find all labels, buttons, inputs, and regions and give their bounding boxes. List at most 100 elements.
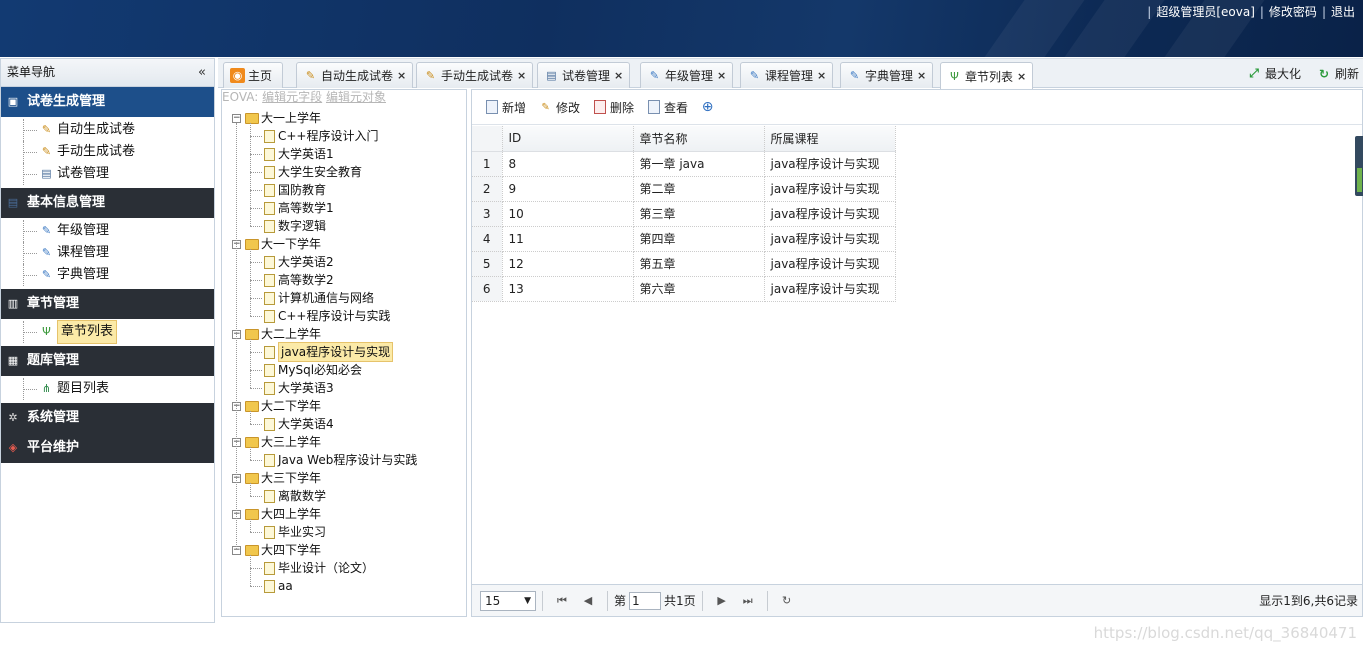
edit-button[interactable]: ✎ 修改 (538, 99, 580, 116)
prev-page-icon[interactable]: ◀ (579, 594, 597, 607)
tree-course-node[interactable]: 高等数学1 (264, 199, 334, 217)
menu-group-header[interactable]: ✲ 系统管理 (1, 403, 214, 433)
tab[interactable]: ✎ 手动生成试卷 × (416, 62, 534, 88)
tab[interactable]: ▤ 试卷管理 × (537, 62, 631, 88)
tree-folder-node[interactable]: − 大二下学年 (232, 397, 321, 415)
close-icon[interactable]: × (817, 69, 826, 82)
reload-icon[interactable]: ↻ (778, 594, 796, 607)
tree-course-node[interactable]: 大学英语1 (264, 145, 334, 163)
table-row[interactable]: 6 13 第六章 java程序设计与实现 (472, 276, 896, 302)
menu-group-header[interactable]: ▤ 基本信息管理 (1, 188, 214, 218)
tree-course-node[interactable]: 数字逻辑 (264, 217, 326, 235)
tab[interactable]: Ψ 章节列表 × (940, 62, 1034, 89)
tree-node-label: 大学英语1 (278, 147, 334, 161)
tree-course-node[interactable]: 毕业设计（论文） (264, 559, 374, 577)
last-page-icon[interactable]: ⏭ (739, 594, 757, 608)
menu-group-header[interactable]: ◈ 平台维护 (1, 433, 214, 463)
tab[interactable]: ✎ 课程管理 × (740, 62, 834, 88)
tab[interactable]: ✎ 字典管理 × (840, 62, 934, 88)
tree-course-node[interactable]: C++程序设计入门 (264, 127, 379, 145)
tab[interactable]: ✎ 自动生成试卷 × (296, 62, 414, 88)
page-number-input[interactable]: 1 (629, 591, 662, 610)
tree-course-node[interactable]: java程序设计与实现 (264, 342, 394, 362)
menu-item[interactable]: ⋔ 题目列表 (1, 378, 214, 400)
tree-folder-node[interactable]: − 大一下学年 (232, 235, 321, 253)
tab-label: 章节列表 (965, 69, 1014, 84)
menu-item[interactable]: ✎ 字典管理 (1, 264, 214, 286)
menu-item-label: 年级管理 (57, 223, 110, 238)
tree-folder-node[interactable]: − 大二上学年 (232, 325, 321, 343)
tab[interactable]: ◉ 主页 (223, 62, 284, 88)
tree-node-label: 计算机通信与网络 (278, 291, 375, 305)
tree-course-node[interactable]: Java Web程序设计与实践 (264, 451, 417, 469)
tree-course-node[interactable]: MySql必知必会 (264, 361, 362, 379)
tree-course-node[interactable]: C++程序设计与实践 (264, 307, 391, 325)
file-icon (264, 381, 275, 395)
tree-folder-node[interactable]: − 大三下学年 (232, 469, 321, 487)
table-row[interactable]: 3 10 第三章 java程序设计与实现 (472, 201, 896, 227)
tree-course-node[interactable]: aa (264, 577, 293, 595)
row-number-cell: 2 (472, 176, 503, 202)
first-page-icon[interactable]: ⏮ (553, 594, 571, 608)
close-icon[interactable]: × (917, 69, 926, 82)
tree-course-node[interactable]: 离散数学 (264, 487, 326, 505)
menu-group-header[interactable]: ▣ 试卷生成管理 (1, 87, 214, 117)
tree-folder-node[interactable]: − 大一上学年 (232, 109, 321, 127)
delete-button[interactable]: 删除 (592, 99, 634, 116)
tree-course-node[interactable]: 大学英语2 (264, 253, 334, 271)
tree-course-node[interactable]: 大学生安全教育 (264, 163, 362, 181)
tab[interactable]: ✎ 年级管理 × (640, 62, 734, 88)
menu-item[interactable]: ✎ 手动生成试卷 (1, 141, 214, 163)
change-password-link[interactable]: 修改密码 (1265, 5, 1321, 19)
edit-label: 修改 (556, 100, 581, 115)
close-icon[interactable]: × (397, 69, 406, 82)
more-button[interactable]: ⊕ (700, 99, 718, 115)
edit-icon: ✎ (541, 101, 550, 113)
row-number-cell: 6 (472, 276, 503, 302)
column-header-id[interactable]: ID (502, 126, 634, 152)
close-icon[interactable]: × (1017, 70, 1026, 83)
close-icon[interactable]: × (517, 69, 526, 82)
next-page-icon[interactable]: ▶ (713, 594, 731, 607)
menu-item[interactable]: ✎ 课程管理 (1, 242, 214, 264)
tree-folder-node[interactable]: − 大四下学年 (232, 541, 321, 559)
tree-folder-node[interactable]: − 大四上学年 (232, 505, 321, 523)
menu-item-label: 字典管理 (57, 267, 110, 282)
column-header-course[interactable]: 所属课程 (764, 126, 896, 152)
tree-course-node[interactable]: 国防教育 (264, 181, 326, 199)
current-user-link[interactable]: 超级管理员[eova] (1152, 5, 1259, 19)
menu-item[interactable]: ▤ 试卷管理 (1, 163, 214, 185)
column-header-chapter-name[interactable]: 章节名称 (633, 126, 765, 152)
close-icon[interactable]: × (614, 69, 623, 82)
edit-fields-link[interactable]: 编辑元字段 (262, 90, 322, 104)
collapse-icon[interactable]: « (198, 59, 206, 86)
menu-item[interactable]: ✎ 自动生成试卷 (1, 119, 214, 141)
logout-link[interactable]: 退出 (1327, 5, 1359, 19)
close-icon[interactable]: × (717, 69, 726, 82)
menu-group-header[interactable]: ▦ 题库管理 (1, 346, 214, 376)
add-button[interactable]: 新增 (484, 99, 526, 116)
tree-node-label: 数字逻辑 (278, 219, 327, 233)
tree-course-node[interactable]: 大学英语3 (264, 379, 334, 397)
eova-prefix: EOVA: (222, 90, 259, 104)
refresh-button[interactable]: ↻ 刷新 (1316, 65, 1359, 82)
tree-course-node[interactable]: 高等数学2 (264, 271, 334, 289)
menu-item[interactable]: ✎ 年级管理 (1, 220, 214, 242)
view-button[interactable]: 查看 (646, 99, 688, 116)
table-row[interactable]: 1 8 第一章 java java程序设计与实现 (472, 151, 896, 177)
table-row[interactable]: 2 9 第二章 java程序设计与实现 (472, 176, 896, 202)
table-row[interactable]: 4 11 第四章 java程序设计与实现 (472, 226, 896, 252)
tree-folder-node[interactable]: − 大三上学年 (232, 433, 321, 451)
edit-object-link[interactable]: 编辑元对象 (326, 90, 386, 104)
maximize-button[interactable]: ⤢ 最大化 (1246, 65, 1301, 82)
menu-item[interactable]: Ψ 章节列表 (1, 320, 214, 344)
tree-course-node[interactable]: 大学英语4 (264, 415, 334, 433)
table-row[interactable]: 5 12 第五章 java程序设计与实现 (472, 251, 896, 277)
table-icon: ▦ (7, 354, 19, 367)
collapse-toggle-icon[interactable]: − (232, 113, 241, 123)
tree-course-node[interactable]: 计算机通信与网络 (264, 289, 374, 307)
tree-course-node[interactable]: 毕业实习 (264, 523, 326, 541)
page-size-select[interactable]: 15 ▼ (480, 590, 536, 611)
menu-group-header[interactable]: ▥ 章节管理 (1, 289, 214, 319)
side-scroll-handle[interactable] (1355, 136, 1363, 196)
